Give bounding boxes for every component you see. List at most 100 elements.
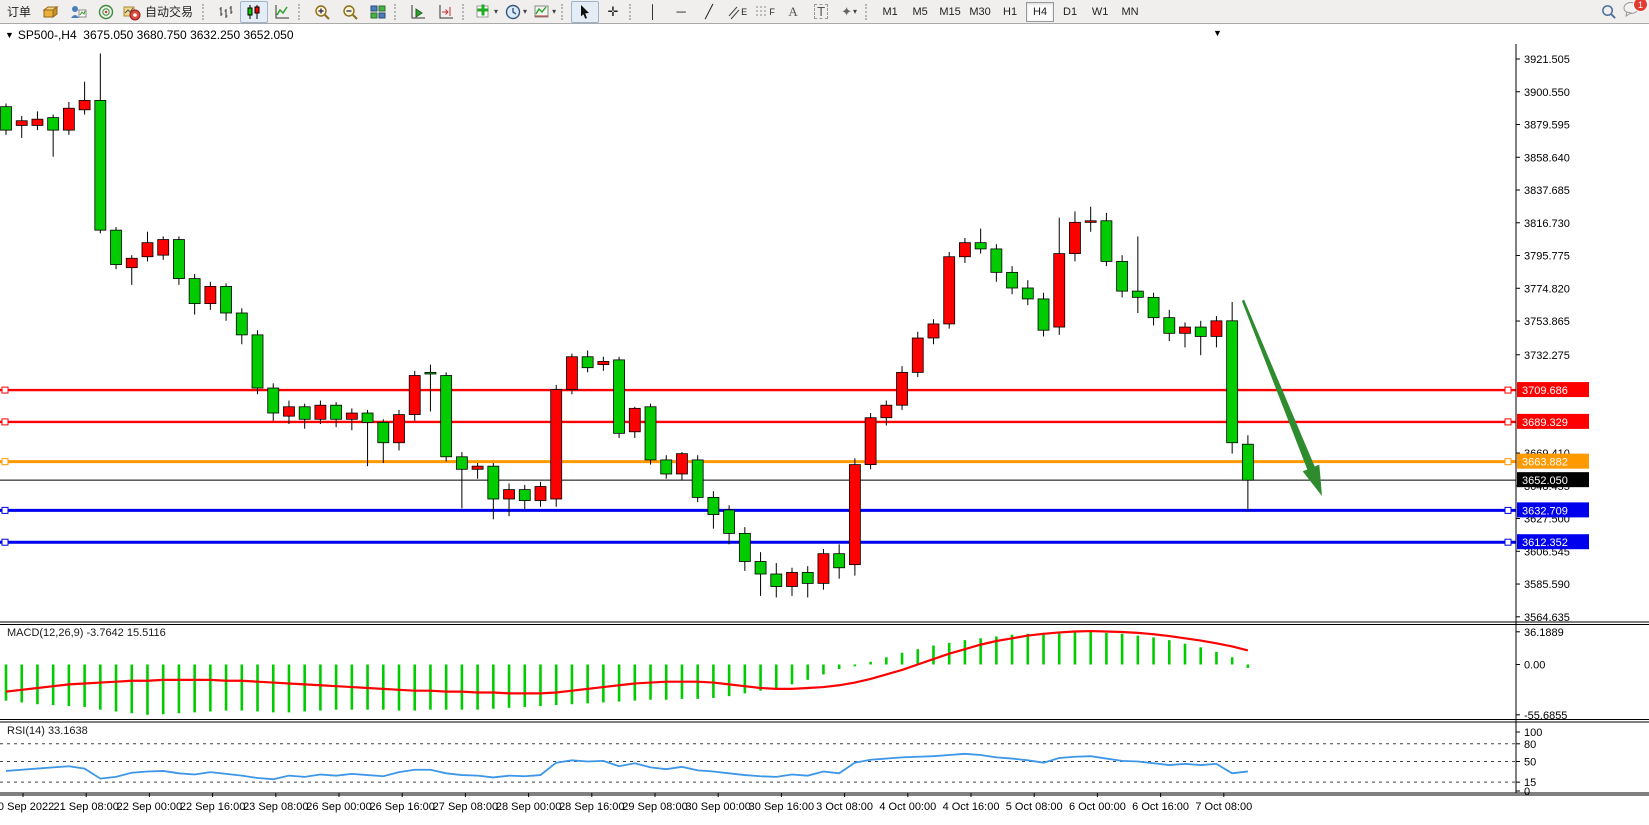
channel-tool[interactable]: E xyxy=(723,1,751,23)
timeframe-w1-button[interactable]: W1 xyxy=(1086,2,1114,22)
vertical-line-icon: │ xyxy=(649,5,657,18)
level-line-handle[interactable] xyxy=(1505,387,1511,393)
templates-button[interactable]: ▾ xyxy=(530,1,559,23)
tile-windows-button[interactable] xyxy=(364,1,392,23)
market-watch-button[interactable] xyxy=(64,1,92,23)
horizontal-line-tool[interactable]: ─ xyxy=(667,1,695,23)
level-line-handle[interactable] xyxy=(2,539,8,545)
level-line-handle[interactable] xyxy=(1505,539,1511,545)
trendline-tool[interactable]: ╱ xyxy=(695,1,723,23)
notifications-button[interactable]: 1 xyxy=(1623,1,1641,22)
toolbar-separator xyxy=(202,4,208,20)
level-line-handle[interactable] xyxy=(2,459,8,465)
arrows-tool[interactable]: ✦▾ xyxy=(835,1,863,23)
timeframe-m1-button[interactable]: M1 xyxy=(876,2,904,22)
price-chart-svg[interactable]: 3921.5053900.5503879.5953858.6403837.685… xyxy=(0,24,1649,820)
crosshair-icon: ✛ xyxy=(608,5,619,18)
rsi-indicator-label: RSI(14) 33.1638 xyxy=(7,725,88,737)
candle xyxy=(771,574,782,587)
text-label-tool[interactable]: T xyxy=(807,1,835,23)
candle xyxy=(834,554,845,568)
level-line-handle[interactable] xyxy=(2,507,8,513)
candle xyxy=(1038,299,1049,330)
channel-letter: E xyxy=(741,7,747,17)
signals-button[interactable] xyxy=(92,1,120,23)
svg-text:3900.550: 3900.550 xyxy=(1524,87,1570,99)
candle xyxy=(456,457,467,470)
indicators-button[interactable]: ▾ xyxy=(472,1,501,23)
zoom-in-icon xyxy=(313,3,331,21)
timeframe-mn-button[interactable]: MN xyxy=(1116,2,1144,22)
radar-icon xyxy=(97,3,115,21)
candle xyxy=(645,407,656,460)
profile-box-icon[interactable] xyxy=(36,1,64,23)
candle xyxy=(708,497,719,514)
rsi-name: RSI(14) xyxy=(7,725,45,737)
cursor-button[interactable] xyxy=(571,1,599,23)
search-icon[interactable] xyxy=(1600,3,1617,20)
periods-button[interactable]: ▾ xyxy=(501,1,530,23)
timeframe-h1-button[interactable]: H1 xyxy=(996,2,1024,22)
crosshair-button[interactable]: ✛ xyxy=(599,1,627,23)
timeframe-d1-button[interactable]: D1 xyxy=(1056,2,1084,22)
level-line-handle[interactable] xyxy=(1505,419,1511,425)
timeframe-m5-button[interactable]: M5 xyxy=(906,2,934,22)
candle xyxy=(283,407,294,416)
candle xyxy=(504,490,515,499)
vertical-line-tool[interactable]: │ xyxy=(639,1,667,23)
level-line-handle[interactable] xyxy=(2,419,8,425)
svg-text:3816.730: 3816.730 xyxy=(1524,218,1570,230)
chevron-down-icon: ▾ xyxy=(494,7,498,16)
zoom-in-button[interactable] xyxy=(308,1,336,23)
svg-text:5 Oct 08:00: 5 Oct 08:00 xyxy=(1006,801,1063,813)
notification-count-badge: 1 xyxy=(1633,0,1648,12)
candle xyxy=(63,108,74,130)
candle xyxy=(1242,444,1253,480)
chart-window[interactable]: ▼SP500-,H4 3675.050 3680.750 3632.250 36… xyxy=(0,24,1649,820)
candle xyxy=(598,361,609,364)
candle xyxy=(268,388,279,413)
zoom-out-button[interactable] xyxy=(336,1,364,23)
candle xyxy=(378,422,389,442)
bar-chart-icon xyxy=(217,3,235,21)
candlestick-chart-button[interactable] xyxy=(240,1,268,23)
auto-scroll-button[interactable] xyxy=(404,1,432,23)
candle xyxy=(221,286,232,313)
level-line-handle[interactable] xyxy=(1505,459,1511,465)
toolbar-separator xyxy=(629,4,635,20)
trend-arrow-annotation[interactable] xyxy=(1242,300,1322,496)
candle xyxy=(629,408,640,431)
svg-text:22 Sep 16:00: 22 Sep 16:00 xyxy=(180,801,245,813)
svg-text:100: 100 xyxy=(1524,727,1542,739)
svg-text:27 Sep 08:00: 27 Sep 08:00 xyxy=(433,801,498,813)
bar-chart-button[interactable] xyxy=(212,1,240,23)
new-order-button[interactable]: 订单 xyxy=(2,1,36,23)
text-tool[interactable]: A xyxy=(779,1,807,23)
autotrading-button[interactable]: 自动交易 xyxy=(120,1,200,23)
toolbar-separator xyxy=(561,4,567,20)
timeframe-h4-button[interactable]: H4 xyxy=(1026,2,1054,22)
zoom-out-icon xyxy=(341,3,359,21)
candle xyxy=(865,418,876,465)
svg-text:3612.352: 3612.352 xyxy=(1522,537,1568,549)
level-line-handle[interactable] xyxy=(1505,507,1511,513)
candle xyxy=(488,466,499,499)
timeframe-m30-button[interactable]: M30 xyxy=(966,2,994,22)
line-chart-icon xyxy=(273,3,291,21)
svg-text:23 Sep 08:00: 23 Sep 08:00 xyxy=(243,801,308,813)
autotrading-label: 自动交易 xyxy=(141,3,197,20)
svg-text:4 Oct 00:00: 4 Oct 00:00 xyxy=(879,801,936,813)
main-toolbar: 订单 自动交易 ▾ ▾ ▾ ✛ │ ─ ╱ E F A T ✦▾ M1M5M15… xyxy=(0,0,1649,24)
svg-text:3795.775: 3795.775 xyxy=(1524,251,1570,263)
timeframe-m15-button[interactable]: M15 xyxy=(936,2,964,22)
svg-text:6 Oct 00:00: 6 Oct 00:00 xyxy=(1069,801,1126,813)
toolbar-separator xyxy=(298,4,304,20)
timeframe-group: M1M5M15M30H1H4D1W1MN xyxy=(875,2,1145,22)
candle xyxy=(897,372,908,405)
level-line-handle[interactable] xyxy=(2,387,8,393)
fibonacci-tool[interactable]: F xyxy=(751,1,779,23)
line-chart-button[interactable] xyxy=(268,1,296,23)
candle xyxy=(991,249,1002,272)
chart-shift-button[interactable] xyxy=(432,1,460,23)
chevron-down-icon: ▾ xyxy=(853,7,857,16)
